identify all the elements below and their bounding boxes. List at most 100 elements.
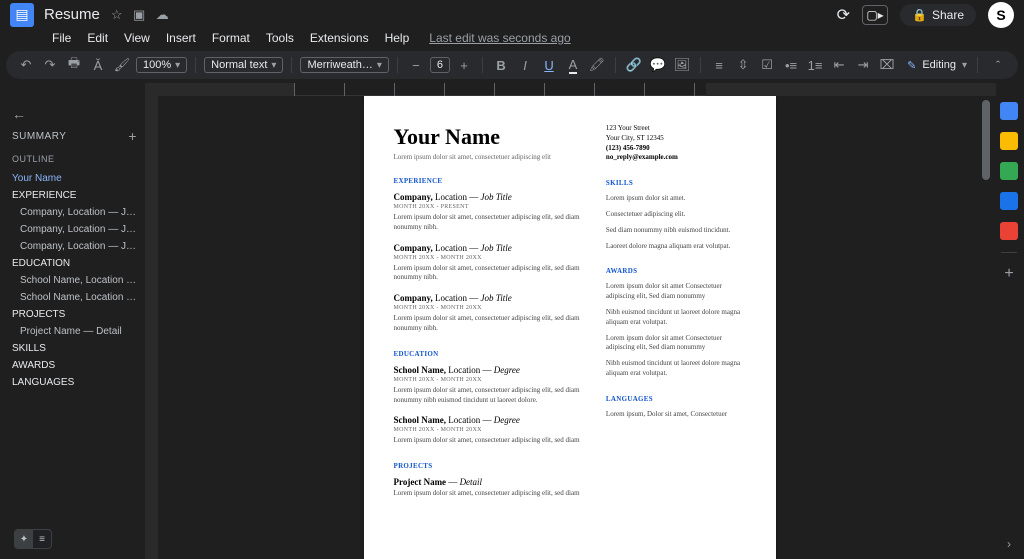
align-icon[interactable]: ≡: [709, 55, 729, 75]
outline-item[interactable]: Company, Location — Job Title: [12, 221, 137, 238]
bold-icon[interactable]: B: [491, 55, 511, 75]
increase-indent-icon[interactable]: ⇥: [853, 55, 873, 75]
outline-item[interactable]: School Name, Location — Degr…: [12, 289, 137, 306]
zoom-combo[interactable]: 100%▾: [136, 57, 187, 73]
scrollbar-track[interactable]: [982, 96, 992, 559]
menu-file[interactable]: File: [44, 30, 79, 46]
text-color-icon[interactable]: A: [563, 55, 583, 75]
checklist-icon[interactable]: ☑: [757, 55, 777, 75]
outline-item[interactable]: AWARDS: [12, 357, 137, 374]
font-size-input[interactable]: 6: [430, 57, 450, 73]
editing-mode-caret-icon[interactable]: ▾: [962, 60, 967, 71]
docs-logo-icon[interactable]: ▤: [10, 3, 34, 27]
get-addons-icon[interactable]: +: [1004, 265, 1013, 283]
menu-tools[interactable]: Tools: [258, 30, 302, 46]
last-edit-link[interactable]: Last edit was seconds ago: [421, 30, 578, 46]
entry-date: MONTH 20XX - PRESENT: [394, 204, 582, 210]
underline-icon[interactable]: U: [539, 55, 559, 75]
outline-panel: ← SUMMARY + OUTLINE Your NameEXPERIENCEC…: [0, 96, 145, 559]
section-paragraph: Sed diam nonummy nibh euismod tincidunt.: [606, 226, 746, 236]
share-button[interactable]: 🔒 Share: [900, 4, 976, 26]
insert-image-icon[interactable]: 🖼: [672, 55, 692, 75]
menu-view[interactable]: View: [116, 30, 158, 46]
section-paragraph: Laoreet dolore magna aliquam erat volutp…: [606, 242, 746, 252]
contact-block: 123 Your Street Your City, ST 12345 (123…: [606, 124, 746, 163]
insert-link-icon[interactable]: 🔗: [624, 55, 644, 75]
menu-help[interactable]: Help: [377, 30, 418, 46]
maps-icon[interactable]: [1000, 222, 1018, 240]
tasks-icon[interactable]: [1000, 162, 1018, 180]
entry-body: Lorem ipsum dolor sit amet, consectetuer…: [394, 489, 582, 499]
bulleted-list-icon[interactable]: •≡: [781, 55, 801, 75]
scrollbar-thumb[interactable]: [982, 100, 990, 180]
menu-extensions[interactable]: Extensions: [302, 30, 377, 46]
outline-collapse-icon[interactable]: ←: [12, 106, 137, 122]
vertical-ruler[interactable]: [145, 96, 158, 559]
outline-item[interactable]: EXPERIENCE: [12, 187, 137, 204]
outline-item[interactable]: Your Name: [12, 170, 137, 187]
section-heading: PROJECTS: [394, 462, 582, 470]
contacts-icon[interactable]: [1000, 192, 1018, 210]
styles-combo[interactable]: Normal text▾: [204, 57, 283, 73]
entry-title: Company, Location — Job Title: [394, 293, 582, 303]
outline-item[interactable]: School Name, Location — Degr…: [12, 272, 137, 289]
move-icon[interactable]: ▣: [133, 7, 145, 22]
hide-side-panel-icon[interactable]: ›: [1007, 537, 1011, 551]
meet-button[interactable]: ▢▸: [862, 5, 888, 25]
keep-icon[interactable]: [1000, 132, 1018, 150]
section-paragraph: Consectetuer adipiscing elit.: [606, 210, 746, 220]
editing-mode-label[interactable]: Editing: [922, 59, 956, 71]
numbered-list-icon[interactable]: 1≡: [805, 55, 825, 75]
menu-insert[interactable]: Insert: [158, 30, 204, 46]
outline-item[interactable]: Company, Location — Job Title: [12, 238, 137, 255]
decrease-indent-icon[interactable]: ⇤: [829, 55, 849, 75]
section-heading: EDUCATION: [394, 350, 582, 358]
document-stage[interactable]: Your Name Lorem ipsum dolor sit amet, co…: [145, 96, 994, 559]
menu-format[interactable]: Format: [204, 30, 258, 46]
star-icon[interactable]: ☆: [111, 7, 123, 22]
outline-item[interactable]: EDUCATION: [12, 255, 137, 272]
page-left-column: Your Name Lorem ipsum dolor sit amet, co…: [394, 124, 582, 559]
font-combo[interactable]: Merriweath…▾: [300, 57, 388, 73]
redo-icon[interactable]: ↷: [40, 55, 60, 75]
doc-title[interactable]: Resume: [44, 6, 100, 23]
spellcheck-icon[interactable]: Ǎ: [88, 55, 108, 75]
clear-formatting-icon[interactable]: ⌧: [877, 55, 897, 75]
contact-city: Your City, ST 12345: [606, 134, 746, 144]
side-panel: + ›: [994, 96, 1024, 559]
entry-date: MONTH 20XX - MONTH 20XX: [394, 255, 582, 261]
entry-body: Lorem ipsum dolor sit amet, consectetuer…: [394, 264, 582, 284]
share-label: Share: [932, 8, 964, 22]
font-size-increase[interactable]: +: [454, 55, 474, 75]
add-summary-icon[interactable]: +: [128, 128, 137, 144]
menu-edit[interactable]: Edit: [79, 30, 116, 46]
highlight-icon[interactable]: 🖍: [587, 55, 607, 75]
page-right-column: 123 Your Street Your City, ST 12345 (123…: [606, 124, 746, 559]
insert-comment-icon[interactable]: 💬: [648, 55, 668, 75]
outline-item[interactable]: Company, Location — Job Title: [12, 204, 137, 221]
font-size-decrease[interactable]: −: [406, 55, 426, 75]
paint-format-icon[interactable]: 🖌: [112, 55, 132, 75]
section-heading: EXPERIENCE: [394, 177, 582, 185]
history-icon[interactable]: ⟳: [837, 5, 850, 25]
main-area: ← SUMMARY + OUTLINE Your NameEXPERIENCEC…: [0, 96, 1024, 559]
account-avatar[interactable]: S: [988, 2, 1014, 28]
summary-heading: SUMMARY: [12, 131, 66, 142]
entry-body: Lorem ipsum dolor sit amet, consectetuer…: [394, 436, 582, 446]
entry-date: MONTH 20XX - MONTH 20XX: [394, 427, 582, 433]
explore-chip[interactable]: ✦ ≡: [14, 529, 52, 549]
outline-list: Your NameEXPERIENCECompany, Location — J…: [12, 170, 137, 391]
italic-icon[interactable]: I: [515, 55, 535, 75]
outline-item[interactable]: Project Name — Detail: [12, 323, 137, 340]
line-spacing-icon[interactable]: ⇳: [733, 55, 753, 75]
outline-item[interactable]: PROJECTS: [12, 306, 137, 323]
cloud-status-icon[interactable]: ☁: [156, 7, 169, 22]
outline-item[interactable]: SKILLS: [12, 340, 137, 357]
outline-item[interactable]: LANGUAGES: [12, 374, 137, 391]
calendar-icon[interactable]: [1000, 102, 1018, 120]
hide-menus-icon[interactable]: ˆ: [988, 55, 1008, 75]
document-page[interactable]: Your Name Lorem ipsum dolor sit amet, co…: [364, 96, 776, 559]
horizontal-ruler[interactable]: [145, 83, 996, 96]
undo-icon[interactable]: ↶: [16, 55, 36, 75]
print-icon[interactable]: 🖶: [64, 55, 84, 75]
